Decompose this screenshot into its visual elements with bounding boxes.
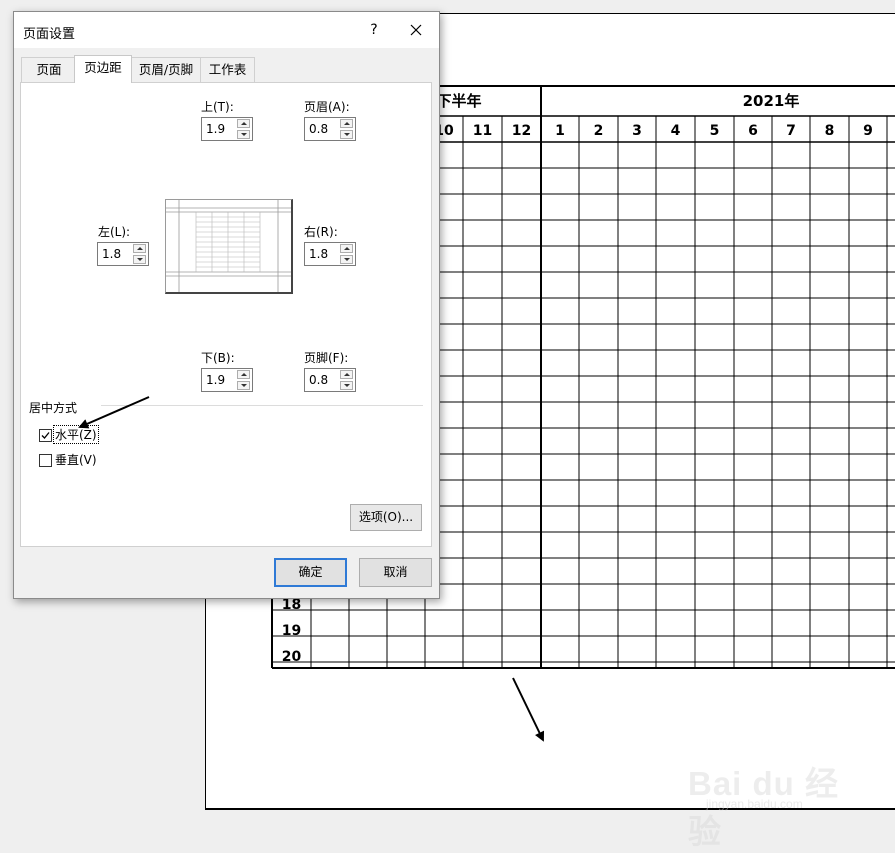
tab-page[interactable]: 页面	[21, 57, 77, 82]
left-margin-spinner[interactable]: 1.8	[97, 242, 149, 266]
checkmark-icon	[41, 432, 50, 439]
spin-down-icon[interactable]	[340, 255, 353, 264]
right-margin-label: 右(R):	[304, 225, 338, 239]
row-number: 18	[282, 597, 301, 613]
half-year-header: 下半年	[436, 92, 481, 110]
left-margin-label: 左(L):	[98, 225, 131, 239]
row-number: 20	[282, 649, 302, 665]
spin-up-icon[interactable]	[133, 244, 146, 253]
month-column-header: 12	[512, 123, 531, 139]
month-column-header: 3	[632, 123, 642, 139]
month-column-header: 8	[825, 123, 835, 139]
spin-up-icon[interactable]	[237, 119, 250, 128]
spin-up-icon[interactable]	[237, 370, 250, 379]
bottom-margin-value[interactable]: 1.9	[206, 373, 225, 387]
spin-down-icon[interactable]	[237, 381, 250, 390]
page-setup-dialog: 页面设置 ? 页面 页边距 页眉/页脚 工作表 上(T): 1.9 页眉(A):…	[13, 11, 440, 599]
footer-margin-spinner[interactable]: 0.8	[304, 368, 356, 392]
vertical-checkbox-label[interactable]: 垂直(V)	[55, 451, 97, 468]
year-header: 2021年	[743, 92, 800, 110]
tab-header-footer[interactable]: 页眉/页脚	[130, 57, 202, 82]
spin-down-icon[interactable]	[340, 130, 353, 139]
spin-up-icon[interactable]	[340, 119, 353, 128]
top-margin-spinner[interactable]: 1.9	[201, 117, 253, 141]
month-column-header: 9	[863, 123, 873, 139]
options-button[interactable]: 选项(O)...	[350, 504, 422, 531]
horizontal-checkbox-label[interactable]: 水平(Z)	[53, 425, 99, 444]
dialog-title: 页面设置	[23, 27, 76, 42]
top-margin-label: 上(T):	[201, 100, 234, 114]
header-margin-spinner[interactable]: 0.8	[304, 117, 356, 141]
spin-down-icon[interactable]	[237, 130, 250, 139]
footer-margin-label: 页脚(F):	[304, 351, 349, 365]
spin-up-icon[interactable]	[340, 244, 353, 253]
month-column-header: 5	[710, 123, 720, 139]
month-column-header: 4	[671, 123, 681, 139]
month-column-header: 11	[473, 123, 492, 139]
close-icon	[410, 24, 422, 36]
section-divider	[101, 405, 423, 406]
row-number: 19	[282, 623, 301, 639]
month-column-header: 2	[594, 123, 604, 139]
spin-down-icon[interactable]	[340, 381, 353, 390]
footer-margin-value[interactable]: 0.8	[309, 373, 328, 387]
month-column-header: 7	[786, 123, 796, 139]
baidu-jingyan-watermark: Bai du 经验 jingyan.baidu.com	[688, 737, 848, 850]
header-margin-value[interactable]: 0.8	[309, 122, 328, 136]
month-column-header: 1	[555, 123, 565, 139]
horizontal-checkbox[interactable]	[39, 429, 52, 442]
header-margin-label: 页眉(A):	[304, 100, 350, 114]
ok-button[interactable]: 确定	[274, 558, 347, 587]
bottom-margin-spinner[interactable]: 1.9	[201, 368, 253, 392]
watermark-url: jingyan.baidu.com	[706, 797, 803, 811]
tab-margins[interactable]: 页边距	[74, 55, 132, 83]
month-column-header: 6	[748, 123, 758, 139]
spin-down-icon[interactable]	[133, 255, 146, 264]
right-margin-value[interactable]: 1.8	[309, 247, 328, 261]
right-margin-spinner[interactable]: 1.8	[304, 242, 356, 266]
centering-section-label: 居中方式	[29, 401, 78, 415]
margins-panel: 上(T): 1.9 页眉(A): 0.8 左(L): 1.8 右(R): 1.8	[20, 82, 432, 547]
dialog-titlebar: 页面设置 ?	[14, 12, 439, 48]
bottom-margin-label: 下(B):	[201, 351, 235, 365]
help-button[interactable]: ?	[360, 16, 388, 44]
spin-up-icon[interactable]	[340, 370, 353, 379]
vertical-checkbox[interactable]	[39, 454, 52, 467]
top-margin-value[interactable]: 1.9	[206, 122, 225, 136]
left-margin-value[interactable]: 1.8	[102, 247, 121, 261]
cancel-button[interactable]: 取消	[359, 558, 432, 587]
margin-preview-thumbnail	[165, 199, 293, 294]
close-button[interactable]	[402, 16, 430, 44]
tab-sheet[interactable]: 工作表	[200, 57, 255, 82]
